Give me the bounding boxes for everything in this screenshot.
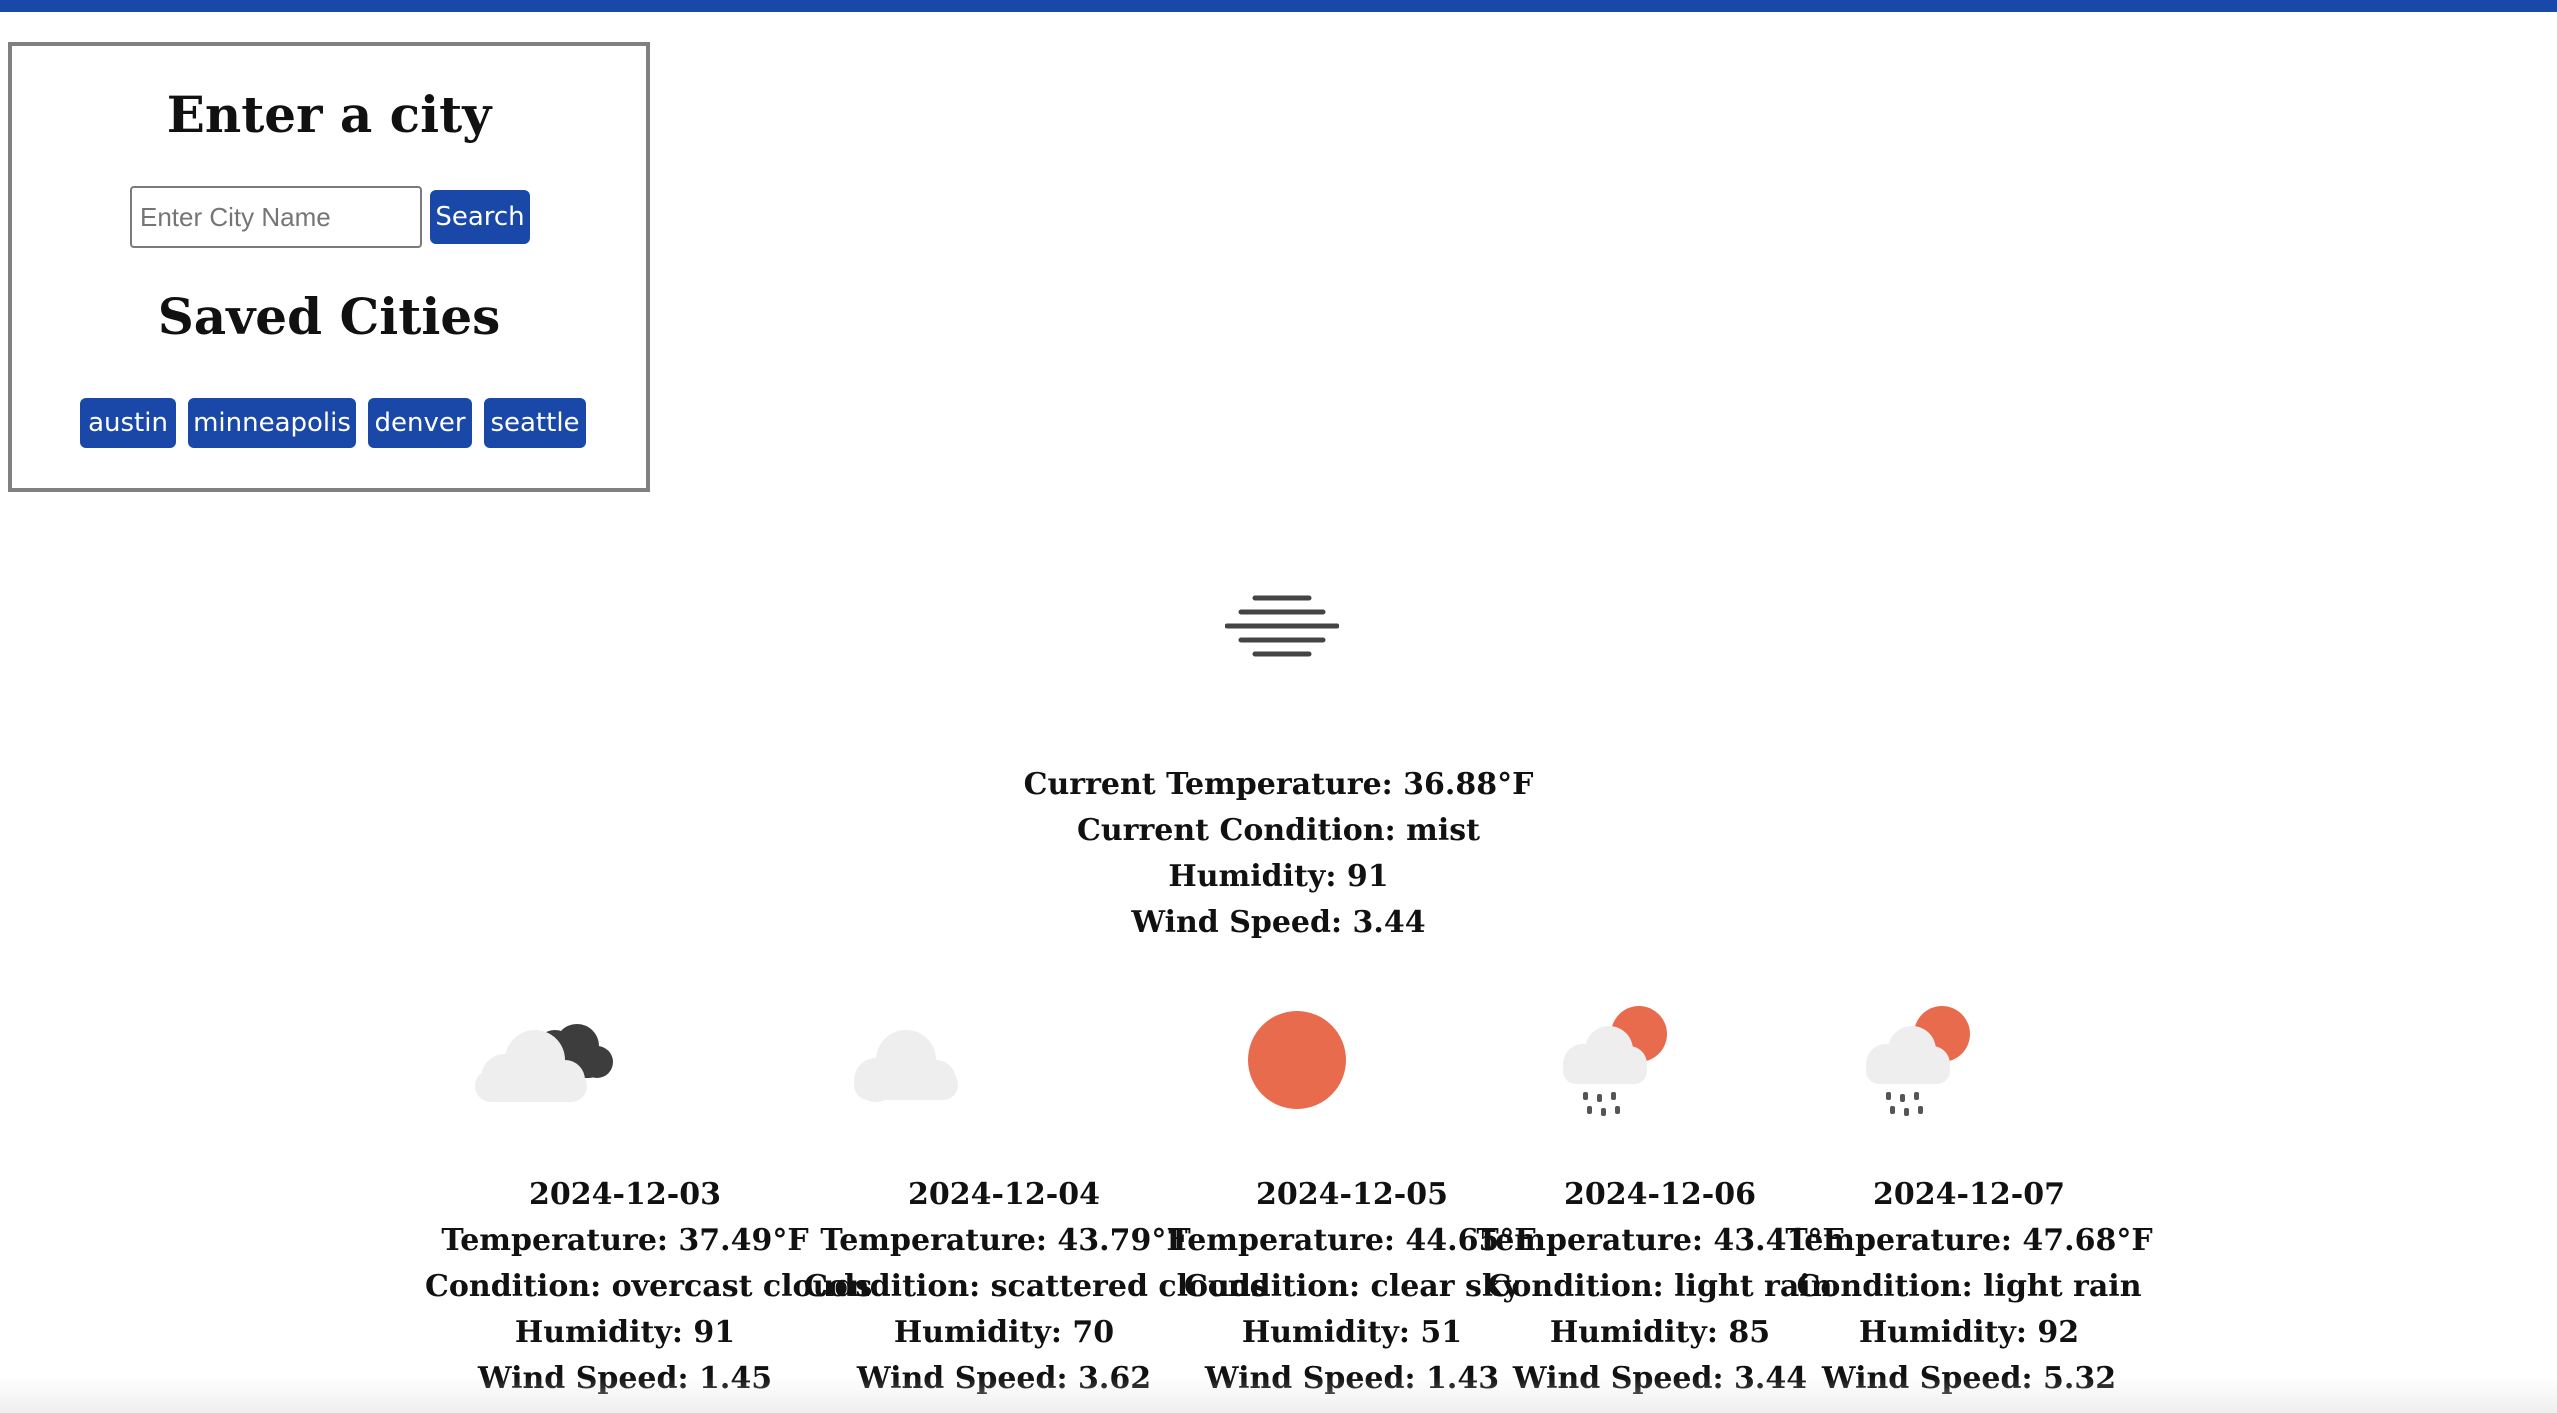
search-button[interactable]: Search (430, 190, 530, 244)
overcast-clouds-icon (475, 1024, 613, 1102)
forecast-temperature: Temperature: 37.49°F (441, 1223, 809, 1258)
current-condition: Current Condition: mist (1076, 813, 1481, 848)
current-temperature: Current Temperature: 36.88°F (1023, 767, 1534, 802)
light-rain-icon (1563, 1006, 1667, 1116)
forecast-wind-speed: Wind Speed: 3.62 (856, 1361, 1152, 1396)
clear-sky-icon (1248, 1011, 1346, 1109)
forecast-date: 2024-12-07 (1873, 1177, 2065, 1212)
city-search-input[interactable] (130, 186, 422, 248)
current-weather-details: Current Temperature: 36.88°F Current Con… (0, 762, 2557, 946)
forecast-date: 2024-12-04 (908, 1177, 1100, 1212)
saved-city-button[interactable]: minneapolis (188, 398, 356, 448)
search-panel: Enter a city Search Saved Cities austin … (8, 42, 650, 492)
forecast-wind-speed: Wind Speed: 1.45 (477, 1361, 773, 1396)
scattered-clouds-icon (854, 1030, 958, 1102)
saved-cities-list: austin minneapolis denver seattle (12, 398, 646, 448)
saved-city-button[interactable]: denver (368, 398, 472, 448)
forecast-condition: Condition: overcast clouds (425, 1269, 873, 1304)
forecast-condition: Condition: light rain (1796, 1269, 2142, 1304)
top-accent-bar (0, 0, 2557, 12)
forecast-humidity: Humidity: 91 (514, 1315, 736, 1350)
forecast-humidity: Humidity: 92 (1858, 1315, 2080, 1350)
light-rain-icon (1866, 1006, 1970, 1116)
forecast-day-details: 2024-12-07 Temperature: 47.68°F Conditio… (1769, 1172, 2169, 1402)
current-wind-speed: Wind Speed: 3.44 (1131, 905, 1426, 940)
saved-city-button[interactable]: seattle (484, 398, 586, 448)
mist-icon (1225, 595, 1339, 657)
forecast-date: 2024-12-03 (529, 1177, 721, 1212)
forecast-condition: Condition: scattered clouds (804, 1269, 1268, 1304)
forecast-day-details: 2024-12-04 Temperature: 43.79°F Conditio… (804, 1172, 1268, 1402)
forecast-wind-speed: Wind Speed: 5.32 (1821, 1361, 2117, 1396)
forecast-humidity: Humidity: 70 (893, 1315, 1115, 1350)
forecast-temperature: Temperature: 47.68°F (1785, 1223, 2153, 1258)
saved-cities-heading: Saved Cities (157, 287, 501, 346)
saved-city-button[interactable]: austin (80, 398, 176, 448)
enter-city-heading: Enter a city (166, 85, 492, 144)
forecast-temperature: Temperature: 43.79°F (820, 1223, 1188, 1258)
forecast-day-details: 2024-12-03 Temperature: 37.49°F Conditio… (425, 1172, 873, 1402)
current-humidity: Humidity: 91 (1168, 859, 1389, 894)
